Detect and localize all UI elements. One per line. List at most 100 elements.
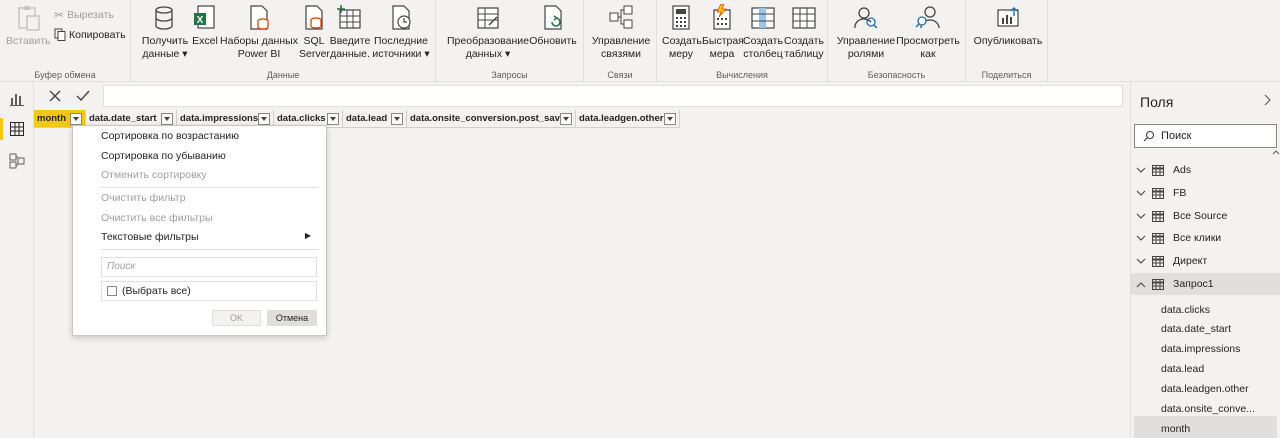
table-item-fb[interactable]: FB (1131, 182, 1280, 204)
data-group: Получить данные ▾ X Excel Наборы данных … (131, 0, 436, 82)
table-icon (1152, 164, 1164, 176)
field-item[interactable]: data.onsite_conve... (1161, 403, 1255, 415)
view-rail (0, 82, 34, 438)
table-item-query1[interactable]: Запрос1 (1131, 273, 1280, 295)
publish-button[interactable]: Опубликовать (972, 4, 1044, 48)
chevron-down-icon[interactable] (1132, 190, 1150, 197)
column-filter-menu: Сортировка по возрастанию Сортировка по … (72, 125, 327, 336)
ribbon: Вставить ✂ Вырезать Копировать Буфер обм… (0, 0, 1280, 82)
search-icon (1143, 130, 1155, 142)
new-measure-button[interactable]: Создать меру (662, 4, 702, 61)
new-table-button[interactable]: Создать таблицу (783, 4, 825, 61)
column-header[interactable]: data.lead (343, 110, 407, 128)
security-group: Управление ролями Просмотреть как Безопа… (828, 0, 966, 82)
table-icon (1152, 255, 1164, 267)
paste-button[interactable]: Вставить (6, 4, 51, 48)
formula-input[interactable] (103, 85, 1123, 107)
relationships-group: Управление связями Связи (584, 0, 657, 82)
data-group-label: Данные (266, 70, 300, 80)
dropdown-arrow-icon[interactable] (560, 113, 572, 125)
field-item[interactable]: month (1161, 423, 1190, 435)
model-view-button[interactable] (0, 146, 34, 176)
fields-pane-title: Поля (1140, 94, 1174, 110)
field-item[interactable]: data.lead (1161, 363, 1204, 375)
excel-icon: X (194, 5, 215, 29)
model-icon (9, 153, 25, 169)
sql-server-button[interactable]: SQL Server (299, 4, 330, 61)
dropdown-arrow-icon[interactable] (258, 113, 270, 125)
share-group-label: Поделиться (981, 70, 1032, 80)
excel-button[interactable]: X Excel (189, 4, 221, 48)
table-icon (1152, 187, 1164, 199)
copy-button[interactable]: Копировать (54, 28, 126, 41)
dropdown-arrow-icon[interactable] (391, 113, 403, 125)
checkbox-icon[interactable] (107, 286, 117, 296)
field-item[interactable]: data.clicks (1161, 304, 1210, 316)
sort-ascending-item[interactable]: Сортировка по возрастанию (101, 130, 239, 142)
table-icon (1152, 278, 1164, 290)
quick-measure-icon (713, 4, 731, 30)
fields-search-input[interactable]: Поиск (1134, 124, 1277, 148)
report-view-button[interactable] (0, 84, 34, 114)
cancel-button[interactable]: Отмена (267, 310, 317, 326)
quick-measure-button[interactable]: Быстрая мера (702, 4, 744, 61)
calculator-icon (672, 5, 690, 30)
field-item[interactable]: data.leadgen.other (1161, 383, 1249, 395)
dropdown-arrow-icon[interactable] (664, 113, 676, 125)
cut-button[interactable]: ✂ Вырезать (54, 8, 114, 22)
copy-icon (54, 28, 66, 41)
dropdown-arrow-icon[interactable] (327, 113, 339, 125)
table-item-ads[interactable]: Ads (1131, 159, 1280, 181)
dataset-icon (250, 5, 269, 30)
view-as-button[interactable]: Просмотреть как (896, 4, 960, 61)
selected-field-highlight (1134, 416, 1277, 438)
recent-sources-button[interactable]: Последние источники ▾ (372, 4, 430, 61)
security-group-label: Безопасность (867, 70, 926, 80)
field-item[interactable]: data.date_start (1161, 323, 1231, 335)
column-header[interactable]: data.leadgen.other (576, 110, 680, 128)
chevron-up-icon[interactable] (1132, 281, 1150, 288)
clear-filter-item[interactable]: Очистить фильтр (101, 192, 186, 204)
clear-sort-item[interactable]: Отменить сортировку (101, 169, 207, 181)
view-as-icon (915, 6, 940, 29)
data-view-button[interactable] (0, 114, 34, 144)
scroll-up-icon[interactable] (1272, 148, 1280, 158)
manage-roles-button[interactable]: Управление ролями (836, 4, 896, 61)
enter-data-button[interactable]: Введите данные. (329, 4, 371, 61)
manage-relationships-button[interactable]: Управление связями (589, 4, 653, 61)
new-column-button[interactable]: Создать столбец (743, 4, 783, 61)
chevron-down-icon[interactable] (1132, 235, 1150, 242)
chevron-down-icon[interactable] (1132, 258, 1150, 265)
recent-icon (392, 5, 411, 30)
grid-icon (10, 122, 24, 136)
sort-descending-item[interactable]: Сортировка по убыванию (101, 150, 226, 162)
get-data-button[interactable]: Получить данные ▾ (139, 4, 191, 61)
roles-icon (854, 7, 878, 29)
chevron-down-icon: ▾ (421, 48, 430, 60)
chevron-down-icon[interactable] (1132, 167, 1150, 174)
column-header[interactable]: data.onsite_conversion.post_save (407, 110, 576, 128)
refresh-button[interactable]: Обновить (528, 4, 578, 48)
scissors-icon: ✂ (54, 8, 65, 22)
close-icon[interactable] (46, 87, 64, 105)
table-item-all-source[interactable]: Все Source (1131, 205, 1280, 227)
filter-search-input[interactable]: Поиск (101, 257, 317, 277)
chevron-right-icon[interactable] (1262, 94, 1272, 106)
transform-data-button[interactable]: Преобразование данных ▾ (446, 4, 530, 61)
paste-icon (18, 6, 40, 31)
powerbi-datasets-button[interactable]: Наборы данных Power BI (220, 4, 298, 61)
field-item[interactable]: data.impressions (1161, 343, 1240, 355)
queries-group-label: Запросы (491, 70, 528, 80)
clear-all-filters-item[interactable]: Очистить все фильтры (101, 212, 213, 224)
ok-button[interactable]: OK (212, 310, 261, 326)
table-icon (1152, 232, 1164, 244)
select-all-checkbox-row[interactable]: (Выбрать все) (101, 281, 317, 301)
dropdown-arrow-icon[interactable] (70, 113, 82, 125)
table-item-direct[interactable]: Директ (1131, 250, 1280, 272)
chevron-down-icon[interactable] (1132, 213, 1150, 220)
dropdown-arrow-icon[interactable] (161, 113, 173, 125)
chevron-down-icon: ▾ (179, 48, 188, 60)
table-item-all-clicks[interactable]: Все клики (1131, 227, 1280, 249)
text-filters-item[interactable]: Текстовые фильтры ▶ (101, 231, 311, 243)
checkmark-icon[interactable] (74, 87, 92, 105)
